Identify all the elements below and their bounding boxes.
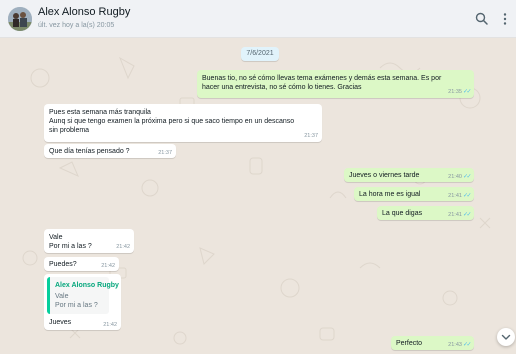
- message-bubble-incoming[interactable]: Pues esta semana más tranquila Aunq si q…: [44, 104, 322, 142]
- double-check-icon: ✓✓: [462, 174, 472, 180]
- chat-header: Alex Alonso Rugby últ. vez hoy a la(s) 2…: [0, 0, 516, 38]
- message-time: 21:37: [304, 133, 318, 139]
- message-list[interactable]: 7/6/2021 Buenas tio, no sé cómo llevas t…: [0, 38, 516, 354]
- chevron-down-icon: [501, 334, 511, 340]
- message-text: Que día tenías pensado ?: [49, 147, 130, 156]
- message-line: La hora me es igual: [359, 191, 421, 198]
- message-line: Que día tenías pensado ?: [49, 148, 130, 155]
- double-check-icon: ✓✓: [462, 193, 472, 199]
- message-line: Puedes?: [49, 261, 77, 268]
- message-bubble-outgoing[interactable]: Perfecto 21:43✓✓: [391, 336, 474, 350]
- message-line: sin problema: [49, 127, 90, 134]
- message-meta: 21:42: [103, 322, 117, 329]
- message-time: 21:42: [103, 322, 117, 328]
- message-time: 21:42: [116, 244, 130, 250]
- message-time: 21:37: [158, 150, 172, 156]
- quoted-author: Alex Alonso Rugby: [55, 282, 119, 289]
- message-time: 21:41: [448, 212, 462, 218]
- message-time: 21:42: [101, 263, 115, 269]
- message-line: Vale: [49, 234, 63, 241]
- last-seen-status: últ. vez hoy a la(s) 20:05: [38, 22, 115, 29]
- message-meta: 21:37: [158, 150, 172, 157]
- message-line: Perfecto: [396, 340, 423, 347]
- message-text: Jueves: [49, 318, 71, 327]
- message-line: Por mi a las ?: [49, 243, 92, 250]
- message-meta: 21:37: [304, 133, 318, 140]
- message-text: Pues esta semana más tranquila Aunq si q…: [49, 108, 294, 135]
- search-icon[interactable]: [474, 11, 490, 27]
- message-text: Perfecto: [396, 339, 422, 348]
- message-bubble-incoming[interactable]: Puedes? 21:42: [44, 257, 119, 271]
- scroll-to-bottom-button[interactable]: [497, 328, 515, 346]
- message-line: Aunq si que tengo examen la próxima pero…: [49, 118, 295, 125]
- message-bubble-outgoing[interactable]: Buenas tio, no sé cómo llevas tema exáme…: [197, 70, 474, 98]
- message-text: Jueves o viernes tarde: [349, 171, 419, 180]
- message-line: La que digas: [382, 210, 423, 217]
- quoted-line: Por mi a las ?: [55, 302, 98, 309]
- message-line: hacer una entrevista, no sé cómo lo tien…: [202, 84, 362, 91]
- message-bubble-outgoing[interactable]: La hora me es igual 21:41✓✓: [354, 187, 474, 201]
- message-text: La que digas: [382, 209, 422, 218]
- message-meta: 21:41✓✓: [448, 212, 472, 219]
- message-line: Jueves o viernes tarde: [349, 172, 420, 179]
- message-meta: 21:42: [116, 244, 130, 251]
- message-text: Vale Por mi a las ?: [49, 233, 92, 251]
- message-meta: 21:35✓✓: [448, 89, 472, 96]
- whatsapp-chat-window: Alex Alonso Rugby últ. vez hoy a la(s) 2…: [0, 0, 516, 354]
- message-bubble-incoming[interactable]: Que día tenías pensado ? 21:37: [44, 144, 176, 158]
- message-meta: 21:41✓✓: [448, 193, 472, 200]
- kebab-menu-icon[interactable]: [497, 11, 513, 27]
- double-check-icon: ✓✓: [462, 89, 472, 95]
- message-bubble-outgoing[interactable]: La que digas 21:41✓✓: [377, 206, 474, 220]
- date-separator: 7/6/2021: [241, 47, 279, 61]
- message-time: 21:41: [448, 193, 462, 199]
- message-meta: 21:40✓✓: [448, 174, 472, 181]
- message-bubble-incoming[interactable]: Vale Por mi a las ? 21:42: [44, 229, 134, 253]
- quoted-reply[interactable]: Alex Alonso Rugby Vale Por mi a las ?: [47, 277, 119, 314]
- message-line: Buenas tio, no sé cómo llevas tema exáme…: [202, 75, 442, 82]
- message-time: 21:40: [448, 174, 462, 180]
- double-check-icon: ✓✓: [462, 212, 472, 218]
- quoted-line: Vale: [55, 293, 69, 300]
- message-meta: 21:43✓✓: [448, 342, 472, 349]
- message-line: Jueves: [49, 319, 72, 326]
- message-text: Puedes?: [49, 260, 77, 269]
- message-time: 21:43: [448, 342, 462, 348]
- message-meta: 21:42: [101, 263, 115, 270]
- message-text: Buenas tio, no sé cómo llevas tema exáme…: [202, 74, 441, 92]
- message-text: La hora me es igual: [359, 190, 420, 199]
- contact-name[interactable]: Alex Alonso Rugby: [38, 6, 130, 18]
- message-time: 21:35: [448, 89, 462, 95]
- contact-avatar[interactable]: [8, 7, 32, 31]
- message-bubble-incoming[interactable]: Alex Alonso Rugby Vale Por mi a las ? Ju…: [44, 274, 121, 330]
- message-bubble-outgoing[interactable]: Jueves o viernes tarde 21:40✓✓: [344, 168, 474, 182]
- double-check-icon: ✓✓: [462, 342, 472, 348]
- message-line: Pues esta semana más tranquila: [49, 109, 151, 116]
